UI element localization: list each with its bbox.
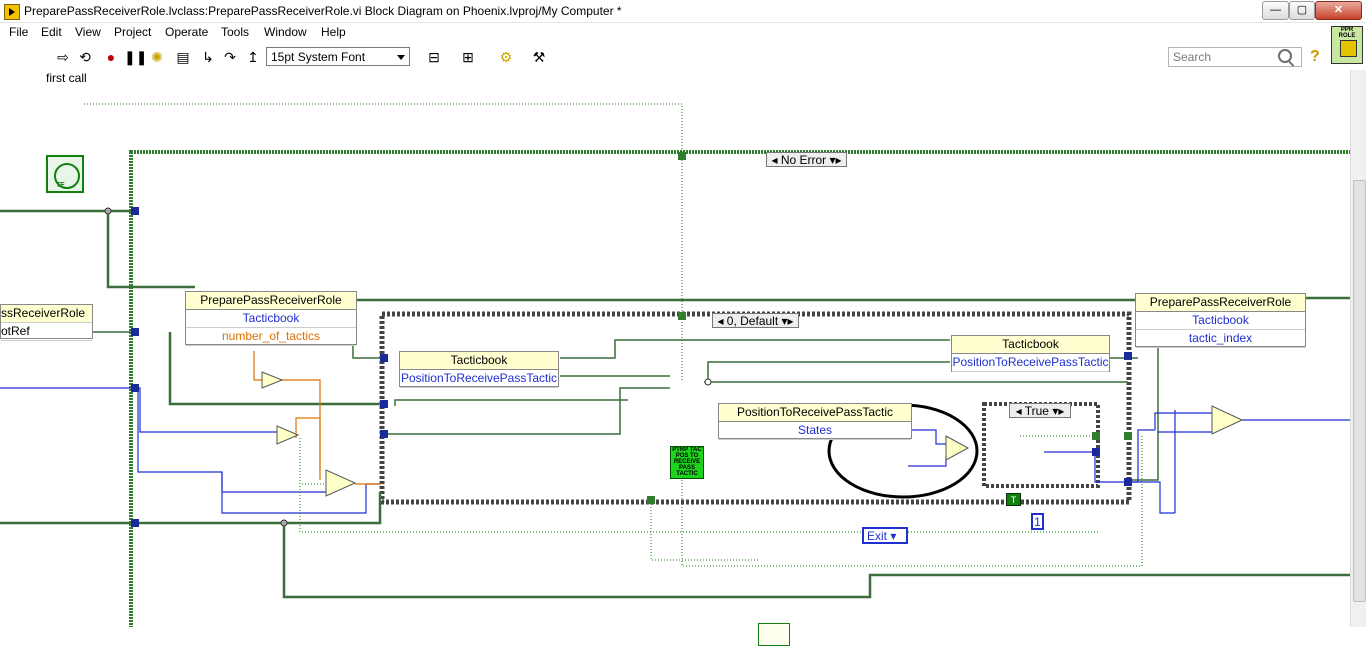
align-objects-icon[interactable]: ⊟: [422, 49, 446, 65]
bundle-role-tacticbook: Tacticbook: [1136, 312, 1305, 330]
tacticbook-bundle-node[interactable]: Tacticbook PositionToReceivePassTactic: [951, 335, 1110, 372]
menu-window[interactable]: Window: [264, 25, 307, 39]
menu-help[interactable]: Help: [321, 25, 346, 39]
tacticbook-unbundle-title: Tacticbook: [400, 352, 558, 370]
wires-layer: [0, 103, 1350, 627]
retain-wire-values-icon[interactable]: ▤: [175, 49, 191, 65]
minimize-button[interactable]: —: [1262, 1, 1289, 20]
menu-view[interactable]: View: [75, 25, 101, 39]
menu-file[interactable]: File: [9, 25, 28, 39]
true-case-selector[interactable]: ◂ True ▾▸: [1009, 403, 1071, 418]
position-tactic-states: States: [719, 422, 911, 440]
menu-tools[interactable]: Tools: [221, 25, 249, 39]
step-into-icon[interactable]: ↳: [200, 49, 216, 65]
first-call-node[interactable]: TF: [46, 155, 84, 193]
true-case-selector-value: True: [1024, 404, 1049, 418]
first-call-tf: TF: [56, 182, 65, 189]
pos-to-receive-pass-subvi[interactable]: PTRP TAC POS TO RECEIVE PASS TACTIC: [670, 446, 704, 479]
class-ref-node[interactable]: ssReceiverRole otRef: [0, 304, 93, 341]
close-button[interactable]: ✕: [1315, 1, 1362, 20]
true-constant[interactable]: T: [1006, 493, 1021, 506]
search-icon[interactable]: [1278, 49, 1292, 63]
class-ref-row1: ssReceiverRole: [1, 305, 92, 323]
vi-icon-label: PPR ROLE: [1338, 27, 1356, 39]
font-select[interactable]: 15pt System Font: [266, 47, 410, 66]
class-wires: [0, 209, 1350, 599]
bundle-role-node[interactable]: PreparePassReceiverRole Tacticbook tacti…: [1135, 293, 1306, 348]
menu-project[interactable]: Project: [114, 25, 151, 39]
run-continuously-icon[interactable]: ⟲: [77, 49, 93, 65]
run-arrow-icon[interactable]: ⇨: [55, 49, 71, 65]
exit-enum-value: Exit: [867, 529, 888, 543]
bundle-role-tactic-index: tactic_index: [1136, 330, 1305, 348]
tacticbook-unbundle-row: PositionToReceivePassTactic: [400, 370, 558, 388]
block-diagram[interactable]: first call TF ◂ No Error ▾▸ ◂ 0, Default…: [0, 70, 1350, 646]
step-over-icon[interactable]: ↷: [222, 49, 238, 65]
step-out-icon[interactable]: ↥: [245, 49, 261, 65]
scrollbar-thumb[interactable]: [1353, 180, 1366, 602]
vi-icon: PPR ROLE: [1331, 26, 1363, 64]
inner-case-selector-value: 0, Default: [726, 314, 779, 328]
position-tactic-node[interactable]: PositionToReceivePassTactic States: [718, 403, 912, 440]
unbundle-role-number-of-tactics: number_of_tactics: [186, 328, 356, 346]
clean-up-diagram-icon[interactable]: ⚒: [529, 49, 549, 65]
outer-case-selector-value: No Error: [780, 153, 827, 167]
menu-bar: File Edit View Project Operate Tools Win…: [0, 23, 1330, 43]
first-call-label: first call: [46, 71, 87, 85]
menu-edit[interactable]: Edit: [41, 25, 62, 39]
chevron-down-icon: [397, 55, 405, 60]
tacticbook-bundle-title: Tacticbook: [952, 336, 1109, 354]
vertical-scrollbar[interactable]: [1350, 70, 1366, 627]
bool-tunnels: [647, 152, 1132, 504]
tacticbook-bundle-row: PositionToReceivePassTactic: [952, 354, 1109, 372]
help-icon[interactable]: ?: [1310, 48, 1320, 66]
unbundle-role-tacticbook: Tacticbook: [186, 310, 356, 328]
outer-case-frame: [129, 150, 1350, 627]
menu-operate[interactable]: Operate: [165, 25, 208, 39]
position-tactic-title: PositionToReceivePassTactic: [719, 404, 911, 422]
number-wires: [253, 351, 381, 485]
unbundle-role-title: PreparePassReceiverRole: [186, 292, 356, 310]
exit-enum-constant[interactable]: Exit ▾: [862, 527, 908, 544]
search-placeholder: Search: [1173, 50, 1212, 64]
font-select-value: 15pt System Font: [271, 50, 366, 64]
maximize-button[interactable]: ▢: [1289, 1, 1315, 20]
window-title: PreparePassReceiverRole.lvclass:PrepareP…: [24, 4, 622, 18]
feedback-node-icon[interactable]: [758, 623, 790, 646]
highlight-execution-icon[interactable]: ✺: [149, 49, 165, 65]
class-ref-row2: otRef: [1, 323, 92, 341]
abort-icon[interactable]: ●: [103, 49, 119, 65]
title-bar: PreparePassReceiverRole.lvclass:PrepareP…: [0, 0, 1366, 23]
inner-case-selector[interactable]: ◂ 0, Default ▾▸: [712, 313, 799, 328]
outer-case-selector[interactable]: ◂ No Error ▾▸: [766, 152, 847, 167]
numeric-constant[interactable]: 1: [1031, 513, 1044, 530]
labview-app-icon: [4, 4, 20, 20]
bundle-role-title: PreparePassReceiverRole: [1136, 294, 1305, 312]
reorder-icon[interactable]: ⚙: [494, 49, 518, 65]
unbundle-role-node[interactable]: PreparePassReceiverRole Tacticbook numbe…: [185, 291, 357, 346]
distribute-objects-icon[interactable]: ⊞: [456, 49, 480, 65]
pause-icon[interactable]: ❚❚: [124, 49, 147, 65]
cube-icon: [1340, 40, 1357, 57]
toolbar: ⇨ ⟲ ● ❚❚ ✺ ▤ ↳ ↷ ↥ ⊟ ⊞ ⚙ ⚒: [0, 44, 1330, 70]
tacticbook-unbundle-node[interactable]: Tacticbook PositionToReceivePassTactic: [399, 351, 559, 388]
